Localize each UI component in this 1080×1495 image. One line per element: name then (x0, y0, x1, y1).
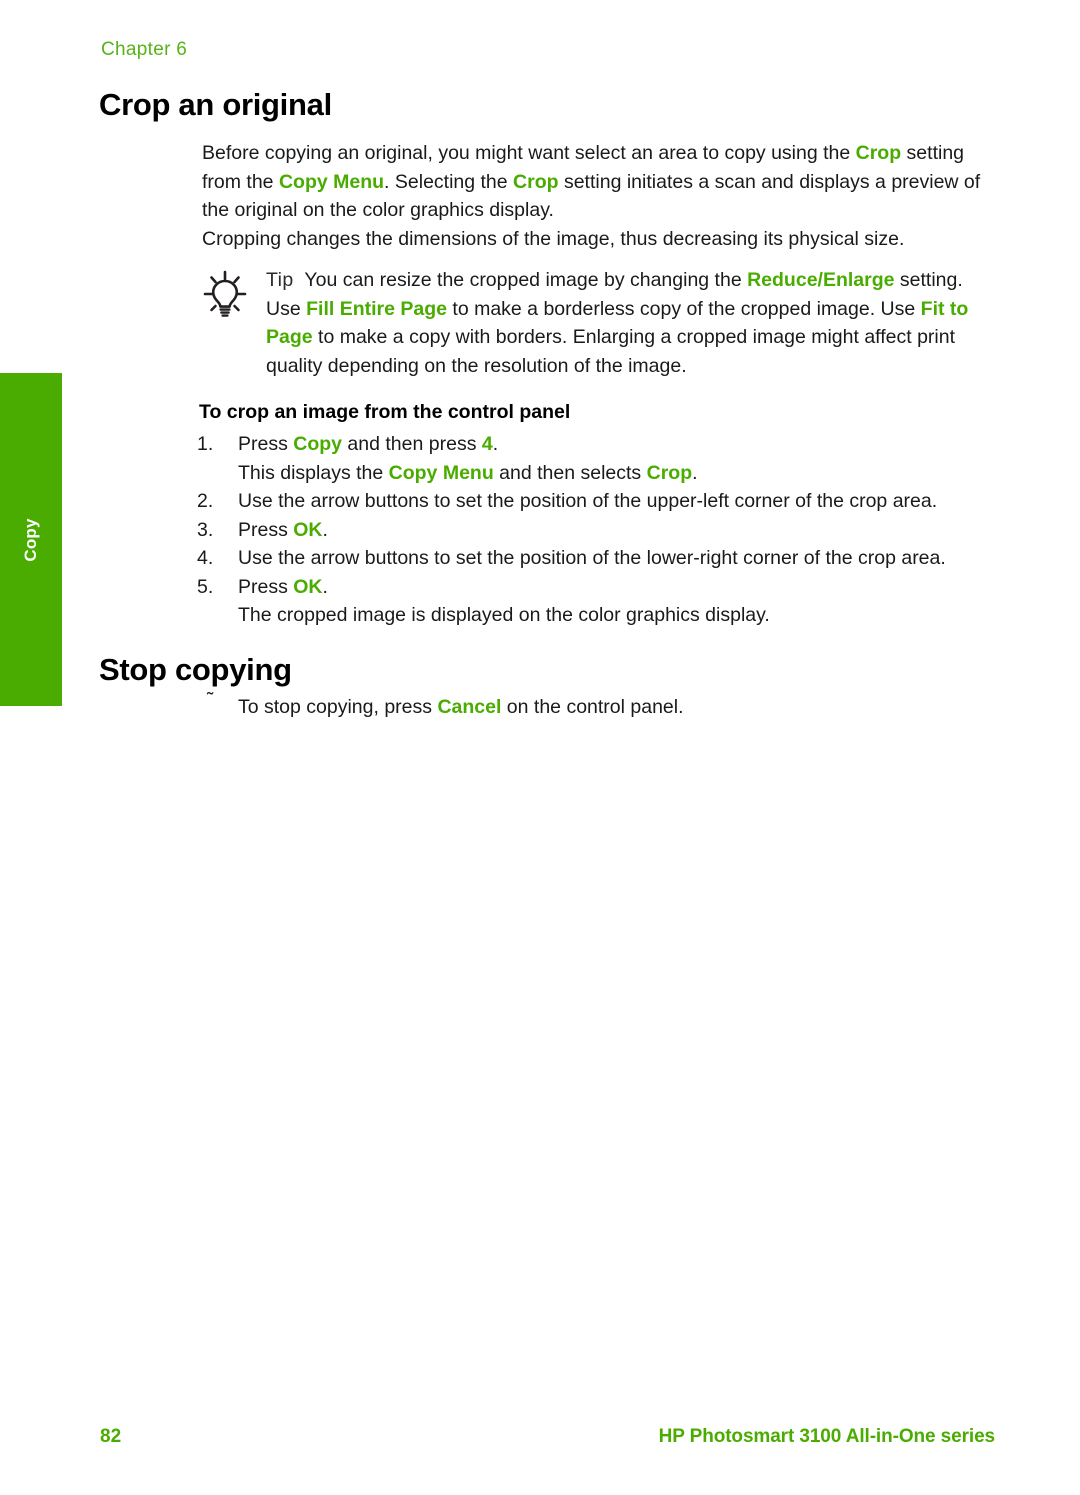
tip-text-c: to make a borderless copy of the cropped… (446, 297, 921, 320)
chapter-label: Chapter 6 (101, 39, 188, 60)
term-crop-2: Crop (513, 170, 559, 193)
stop-text-b: on the control panel. (501, 696, 684, 718)
term-fill-entire-page: Fill Entire Page (306, 297, 447, 320)
term-cancel: Cancel (437, 696, 502, 718)
section-tab-copy: Copy (0, 373, 62, 706)
step-text-c: . (322, 575, 328, 598)
stop-text-a: To stop copying, press (238, 696, 438, 718)
step-text-a: Press (238, 575, 294, 598)
bullet-marker: ˜ (207, 690, 214, 711)
step-number: 5. (197, 575, 214, 598)
list-item: 2. Use the arrow buttons to set the posit… (197, 487, 1007, 516)
step-text-b: and then press (342, 433, 482, 455)
list-item: 1. Press Copy and then press 4. (197, 430, 1007, 459)
intro-text-c: . Selecting the (384, 170, 514, 193)
stop-copying-list: ˜ To stop copying, press Cancel on the co… (197, 690, 1007, 722)
term-crop-3: Crop (646, 461, 693, 484)
tip-text-a: You can resize the cropped image by chan… (304, 269, 748, 291)
step-subtext: This displays the Copy Menu and then sel… (197, 459, 1007, 488)
procedure-title: To crop an image from the control panel (199, 401, 571, 423)
list-item: ˜ To stop copying, press Cancel on the co… (197, 690, 1007, 722)
term-copy: Copy (293, 433, 343, 455)
step-text-c: . (492, 433, 499, 455)
step-number: 1. (197, 433, 214, 455)
step-text-a: Use the arrow buttons to set the positio… (238, 547, 946, 569)
step-text-a: Press (238, 518, 294, 541)
paragraph-intro: Before copying an original, you might wa… (202, 139, 1002, 225)
section-tab-label: Copy (21, 517, 40, 562)
tip-text: Tip You can resize the cropped image by … (266, 266, 1002, 380)
tip-label: Tip (266, 269, 294, 291)
substep-text-a: This displays the (238, 461, 389, 484)
paragraph-cropping-dimensions: Cropping changes the dimensions of the i… (202, 228, 905, 250)
document-page: Copy Chapter 6 Crop an original Before c… (0, 0, 1080, 1495)
intro-text-a: Before copying an original, you might wa… (202, 142, 856, 164)
term-copy-menu-1: Copy Menu (278, 170, 385, 193)
term-ok-1: OK (293, 518, 323, 541)
term-key-4: 4 (481, 433, 493, 455)
term-copy-menu-2: Copy Menu (388, 461, 494, 484)
step-subtext: The cropped image is displayed on the co… (238, 604, 770, 626)
footer-product-name: HP Photosmart 3100 All-in-One series (658, 1426, 996, 1447)
step-number: 2. (197, 490, 214, 512)
term-crop-1: Crop (855, 142, 902, 164)
list-item: 4. Use the arrow buttons to set the posit… (197, 544, 1007, 573)
tip-block: Tip You can resize the cropped image by … (202, 266, 1002, 380)
term-ok-2: OK (293, 575, 323, 598)
list-item: 5. Press OK. (197, 573, 1007, 602)
step-number: 3. (197, 518, 214, 541)
footer-page-number: 82 (100, 1426, 122, 1447)
procedure-steps: 1. Press Copy and then press 4. This disp… (197, 430, 1007, 630)
step-number: 4. (197, 547, 214, 569)
list-item: 3. Press OK. (197, 516, 1007, 545)
term-reduce-enlarge: Reduce/Enlarge (747, 269, 895, 291)
heading-crop-an-original: Crop an original (99, 87, 332, 122)
tip-text-d: to make a copy with borders. Enlarging a… (266, 326, 956, 377)
step-text-a: Press (238, 433, 294, 455)
heading-stop-copying: Stop copying (99, 652, 292, 687)
substep-text-b: and then selects (493, 461, 647, 484)
lightbulb-icon (202, 270, 248, 320)
step-text-a: Use the arrow buttons to set the positio… (238, 490, 938, 512)
step-text-c: . (322, 518, 328, 541)
substep-text-c: . (692, 461, 698, 484)
